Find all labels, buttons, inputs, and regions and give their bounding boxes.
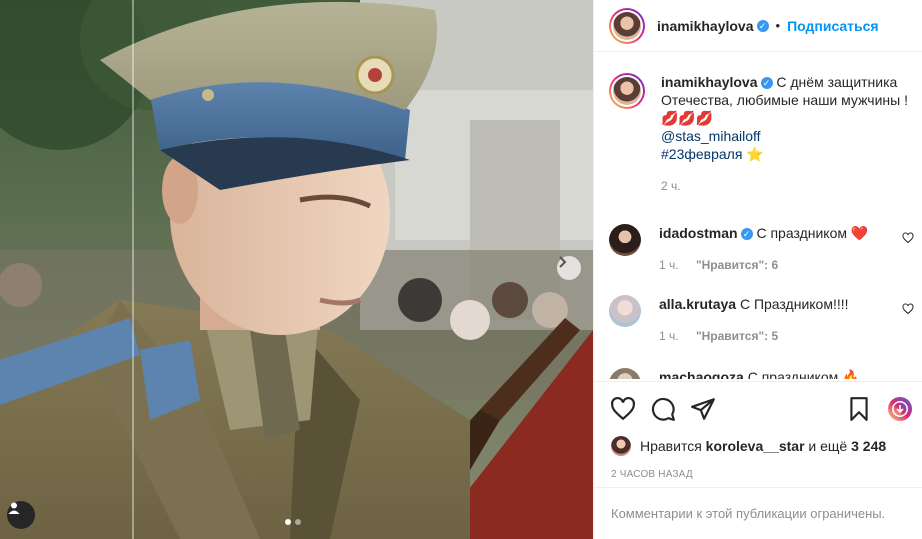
photo-illustration <box>0 0 593 539</box>
post-side-panel: inamikhaylova ✓ • Подписаться inamikhayl… <box>593 0 922 539</box>
author-username[interactable]: inamikhaylova <box>657 18 754 34</box>
comment-likes-count[interactable]: "Нравится": 6 <box>696 258 778 272</box>
comment-likes-count[interactable]: "Нравится": 5 <box>696 329 778 343</box>
likes-summary[interactable]: Нравится koroleva__star и ещё 3 248 <box>611 436 886 456</box>
comments-limited-notice: Комментарии к этой публикации ограничены… <box>594 487 922 539</box>
chevron-right-icon <box>559 256 567 268</box>
posted-time[interactable]: 2 часов назад <box>611 469 693 480</box>
carousel-next-button[interactable] <box>557 256 581 280</box>
comment-time[interactable]: 1 ч. <box>659 258 679 272</box>
tagged-users-button[interactable] <box>7 501 35 529</box>
liker-username[interactable]: koroleva__star <box>706 438 805 454</box>
comment-icon[interactable] <box>650 396 676 422</box>
follow-button[interactable]: Подписаться <box>787 18 879 34</box>
likes-suffix: и ещё <box>808 438 848 454</box>
heart-icon[interactable] <box>610 396 636 422</box>
comment-like-heart-icon[interactable] <box>902 303 914 315</box>
carousel-dot-active <box>285 519 291 525</box>
comment-item: idadostman ✓ С праздником ❤️ 1 ч. "Нравит… <box>609 224 914 274</box>
heart-emoji: ❤️ <box>850 225 869 241</box>
caption-line-1: С днём защитника <box>776 74 898 90</box>
share-icon[interactable] <box>690 396 716 422</box>
comment-avatar[interactable] <box>609 224 641 256</box>
carousel-dot <box>295 519 301 525</box>
user-tag-icon <box>8 502 20 514</box>
post-header: inamikhaylova ✓ • Подписаться <box>594 0 922 52</box>
post-caption: inamikhaylova ✓ С днём защитника Отечеств… <box>609 73 909 195</box>
comment-time[interactable]: 1 ч. <box>659 329 679 343</box>
verified-badge-icon: ✓ <box>740 228 753 240</box>
post-photo[interactable] <box>0 0 593 539</box>
comment-text: С праздником <box>747 369 839 379</box>
post-actions-bar <box>594 381 922 437</box>
verified-badge-icon: ✓ <box>756 19 769 32</box>
comment-like-heart-icon[interactable] <box>902 232 914 244</box>
liker-avatar <box>611 436 631 456</box>
comment-text: С Праздником!!!! <box>739 296 849 312</box>
comments-list[interactable]: inamikhaylova ✓ С днём защитника Отечеств… <box>594 53 922 379</box>
comment-username[interactable]: alla.krutaya <box>659 296 736 312</box>
author-avatar[interactable] <box>609 7 645 44</box>
comment-item: machaogoza С праздником 🔥 <box>609 368 914 379</box>
comment-avatar[interactable] <box>609 368 641 379</box>
likes-count[interactable]: 3 248 <box>851 438 886 454</box>
mention-link[interactable]: @stas_mihailoff <box>661 127 908 145</box>
fire-emoji: 🔥 <box>842 369 860 379</box>
caption-author-avatar[interactable] <box>609 73 645 109</box>
caption-time[interactable]: 2 ч. <box>661 177 908 195</box>
verified-badge-icon: ✓ <box>760 77 773 89</box>
carousel-indicator <box>285 519 301 525</box>
caption-username[interactable]: inamikhaylova <box>661 74 758 90</box>
hashtag-link[interactable]: #23февраля <box>661 146 742 162</box>
comment-username[interactable]: machaogoza <box>659 369 744 379</box>
caption-line-2: Отечества, любимые наши мужчины ! <box>661 92 908 108</box>
comment-username[interactable]: idadostman <box>659 225 738 241</box>
likes-prefix: Нравится <box>640 438 702 454</box>
caption-emojis: 💋💋💋 <box>661 110 714 126</box>
comment-text: С праздником <box>756 225 847 241</box>
bookmark-icon[interactable] <box>846 396 872 422</box>
comment-item: alla.krutaya С Праздником!!!! 1 ч. "Нрав… <box>609 295 914 345</box>
header-separator: • <box>775 18 781 33</box>
star-emoji: ⭐ <box>746 146 764 162</box>
instagram-gradient-icon[interactable] <box>887 396 913 422</box>
comment-avatar[interactable] <box>609 295 641 327</box>
